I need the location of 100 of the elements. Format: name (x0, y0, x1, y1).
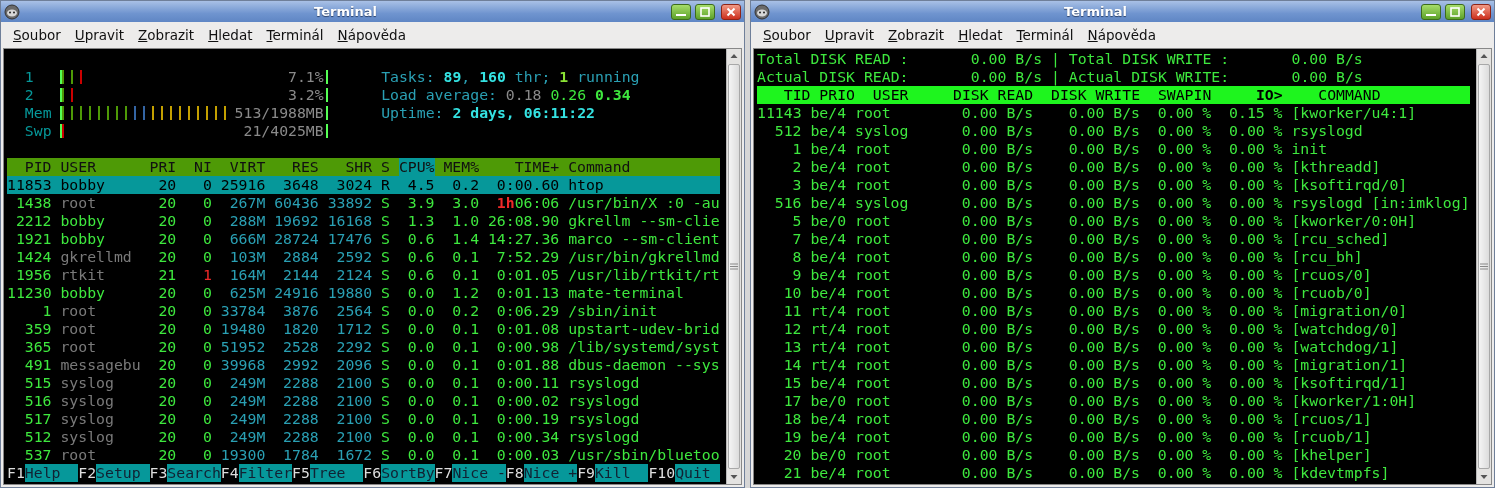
process-row[interactable]: 365 root 20 0 51952 2528 2292 S 0.0 0.1 0:00.98 /lib/systemd/syst (7, 338, 720, 356)
menu-item[interactable]: Soubor (757, 25, 817, 45)
io-percent: 0.00 % (1228, 446, 1283, 464)
menu-item[interactable]: Zobrazit (132, 25, 201, 45)
column-header[interactable]: S (381, 158, 390, 176)
menu-item[interactable]: Terminál (260, 25, 330, 45)
function-button[interactable]: Quit (675, 464, 720, 482)
function-button[interactable]: SortBy (381, 464, 435, 482)
menu-item[interactable]: Hledat (952, 25, 1009, 45)
process-row[interactable]: 11853 bobby 20 0 25916 3648 3024 R 4.5 0.2 0:00.60 htop (7, 176, 720, 194)
function-button[interactable]: Help (24, 464, 79, 482)
function-button[interactable]: Nice - (452, 464, 506, 482)
menu-item[interactable]: Terminál (1010, 25, 1080, 45)
virtual-memory: 267M (228, 194, 266, 212)
disk-read-rate: 0.00 B/s (960, 428, 1034, 446)
memory-percent: 0.1 (451, 446, 480, 464)
menu-item[interactable]: Nápověda (331, 25, 412, 45)
io-priority: be/4 (810, 230, 847, 248)
function-button[interactable]: Setup (96, 464, 150, 482)
function-button[interactable]: Search (167, 464, 221, 482)
process-row[interactable]: 11230 bobby 20 0 625M 24916 19880 S 0.0 1.2 0:01.13 mate-terminal (7, 284, 720, 302)
menu-item[interactable]: Upravit (818, 25, 881, 45)
function-button[interactable]: Tree (309, 464, 364, 482)
disk-write-rate: 0.00 B/s (1067, 194, 1140, 212)
process-row[interactable]: 1438 root 20 0 267M 60436 33892 S 3.9 3.0 1h06:06 /usr/bin/X :0 -au (7, 194, 720, 212)
process-row[interactable]: 516 syslog 20 0 249M 2288 2100 S 0.0 0.1 0:00.02 rsyslogd (7, 392, 720, 410)
process-row[interactable]: 491 messagebu 20 0 39968 2992 2096 S 0.0 0.1 0:01.88 dbus-daemon --sys (7, 356, 720, 374)
command-text: rsyslogd [in:imklog] (1291, 194, 1470, 212)
virtual-memory: 25916 (220, 176, 266, 194)
close-button[interactable] (721, 3, 741, 20)
disk-write-rate: 0.00 B/s (1067, 320, 1140, 338)
thread-id: 14 (782, 356, 802, 374)
process-row[interactable]: 517 syslog 20 0 249M 2288 2100 S 0.0 0.1 0:00.19 rsyslogd (7, 410, 720, 428)
column-header[interactable]: PRIO (819, 86, 855, 104)
menu-item[interactable]: Hledat (202, 25, 259, 45)
process-row[interactable]: 515 syslog 20 0 249M 2288 2100 S 0.0 0.1 0:00.11 rsyslogd (7, 374, 720, 392)
column-header[interactable]: IO> (1255, 86, 1283, 104)
shared-memory: 33892 (327, 194, 373, 212)
column-header[interactable]: TIME+ (487, 158, 560, 176)
thread-id: 17 (782, 392, 802, 410)
process-row[interactable]: 537 root 20 0 19300 1784 1672 S 0.0 0.1 0:00.03 /usr/sbin/bluetoo (7, 446, 720, 464)
shared-memory: 2292 (335, 338, 373, 356)
key-label: F6 (363, 464, 382, 482)
minimize-button[interactable] (1421, 3, 1441, 20)
scrollbar[interactable] (726, 49, 741, 484)
memory-percent: 1.0 (451, 212, 480, 230)
column-header[interactable]: PID (7, 158, 52, 176)
maximize-button[interactable] (1445, 3, 1465, 20)
column-header[interactable]: SWAPIN (1157, 86, 1212, 104)
function-button[interactable]: Nice + (523, 464, 578, 482)
io-priority: be/4 (810, 374, 847, 392)
column-header[interactable]: DISK WRITE (1051, 86, 1141, 104)
command-text: [rcuob/0] (1291, 284, 1373, 302)
close-button[interactable] (1471, 3, 1491, 20)
virtual-memory: 164M (228, 266, 266, 284)
column-header[interactable]: CPU% (398, 158, 435, 176)
column-header[interactable]: VIRT (220, 158, 266, 176)
cpu-time: 26:08.90 (487, 212, 560, 230)
column-header[interactable]: RES (274, 158, 319, 176)
function-button[interactable]: Filter (238, 464, 293, 482)
process-row[interactable]: 359 root 20 0 19480 1820 1712 S 0.0 0.1 0:01.08 upstart-udev-brid (7, 320, 720, 338)
menu-item[interactable]: Zobrazit (882, 25, 951, 45)
process-row[interactable]: 1921 bobby 20 0 666M 28724 17476 S 0.6 1.4 14:27.36 marco --sm-client (7, 230, 720, 248)
menu-item[interactable]: Nápověda (1081, 25, 1162, 45)
column-header[interactable]: DISK READ (953, 86, 1034, 104)
cpu-percent: 0.0 (406, 320, 435, 338)
column-header[interactable]: TID (783, 86, 811, 104)
user-name: root (854, 266, 892, 284)
column-header[interactable]: MEM% (443, 158, 480, 176)
column-header[interactable]: NI (185, 158, 212, 176)
process-row[interactable]: 1424 gkrellmd 20 0 103M 2884 2592 S 0.6 0.1 7:52.29 /usr/bin/gkrellmd (7, 248, 720, 266)
disk-read-rate: 0.00 B/s (960, 446, 1034, 464)
key-label: F2 (78, 464, 97, 482)
state-letter: S (381, 302, 390, 320)
priority-value: 20 (157, 410, 177, 428)
process-row[interactable]: 1 root 20 0 33784 3876 2564 S 0.0 0.2 0:06.29 /sbin/init (7, 302, 720, 320)
menu-item[interactable]: Soubor (7, 25, 67, 45)
swapin-percent: 0.00 % (1156, 302, 1212, 320)
resident-memory: 2288 (282, 410, 319, 428)
process-row[interactable]: 2212 bobby 20 0 288M 19692 16168 S 1.3 1.0 26:08.90 gkrellm --sm-clie (7, 212, 720, 230)
column-header[interactable]: USER (872, 86, 909, 104)
nice-value: 0 (201, 176, 212, 194)
column-header[interactable]: PRI (149, 158, 177, 176)
scrollbar-thumb[interactable] (1478, 64, 1490, 469)
maximize-button[interactable] (695, 3, 715, 20)
disk-write-rate: 0.00 B/s (1067, 140, 1140, 158)
scrollbar[interactable] (1476, 49, 1491, 484)
column-header[interactable]: USER (60, 158, 141, 176)
scrollbar-thumb[interactable] (728, 64, 740, 469)
process-row[interactable]: 512 syslog 20 0 249M 2288 2100 S 0.0 0.1 0:00.34 rsyslogd (7, 428, 720, 446)
column-header[interactable]: COMMAND (1318, 86, 1381, 104)
process-id: 512 (23, 428, 52, 446)
process-row[interactable]: 1956 rtkit 21 1 164M 2144 2124 S 0.6 0.1 0:01.05 /usr/lib/rtkit/rt (7, 266, 720, 284)
column-header[interactable]: SHR (327, 158, 373, 176)
function-button[interactable]: Kill (594, 464, 649, 482)
menu-item[interactable]: Upravit (68, 25, 131, 45)
column-header[interactable]: Command (568, 158, 720, 176)
state-letter: S (381, 194, 390, 212)
minimize-button[interactable] (671, 3, 691, 20)
thread-id: 11 (782, 302, 802, 320)
